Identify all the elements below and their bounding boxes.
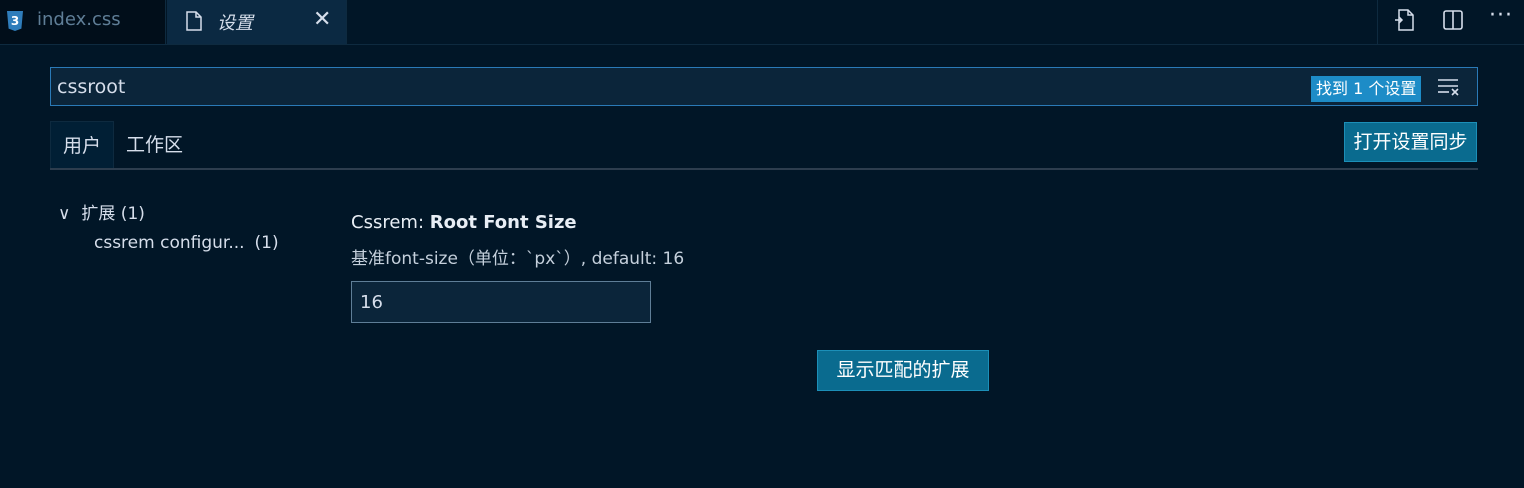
clear-filter-icon[interactable] <box>1437 78 1461 100</box>
setting-category: Cssrem: <box>351 212 430 233</box>
root-font-size-input[interactable] <box>351 281 651 323</box>
file-icon <box>186 11 202 36</box>
open-settings-sync-button[interactable]: 打开设置同步 <box>1344 122 1477 162</box>
toc-item-cssrem[interactable]: cssrem configur... (1) <box>94 233 279 253</box>
show-matching-extensions-button[interactable]: 显示匹配的扩展 <box>817 350 989 391</box>
tab-workspace[interactable]: 工作区 <box>126 121 183 169</box>
tab-label: index.css <box>37 9 121 30</box>
close-icon[interactable]: ✕ <box>313 7 331 32</box>
scope-divider <box>50 168 1478 170</box>
open-json-icon[interactable] <box>1393 8 1417 36</box>
more-actions-icon[interactable]: ··· <box>1489 3 1513 28</box>
tab-label: 设置 <box>217 13 253 34</box>
css3-icon: 3 <box>7 11 23 31</box>
tab-user[interactable]: 用户 <box>50 121 114 169</box>
setting-name: Root Font Size <box>429 212 577 233</box>
toc-group-extensions[interactable]: ∨ 扩展 (1) <box>58 199 145 224</box>
search-input[interactable] <box>57 74 1297 100</box>
editor-tab-bar: 3 index.css 设置 ✕ ··· <box>0 0 1524 45</box>
tab-settings[interactable]: 设置 ✕ <box>167 0 347 44</box>
setting-title: Cssrem: Root Font Size <box>351 212 577 233</box>
setting-description: 基准font-size（单位：`px`）, default: 16 <box>351 249 685 269</box>
chevron-down-icon: ∨ <box>58 204 71 224</box>
split-editor-icon[interactable] <box>1441 8 1465 36</box>
toc-item-count: (1) <box>254 233 279 253</box>
result-count-badge: 找到 1 个设置 <box>1311 76 1422 102</box>
tab-index-css[interactable]: 3 index.css <box>0 0 166 44</box>
settings-search-box: 找到 1 个设置 <box>50 67 1478 106</box>
toc-item-label: cssrem configur... <box>94 233 245 253</box>
toc-group-label: 扩展 (1) <box>81 204 145 224</box>
toolbar-divider <box>1377 0 1378 44</box>
